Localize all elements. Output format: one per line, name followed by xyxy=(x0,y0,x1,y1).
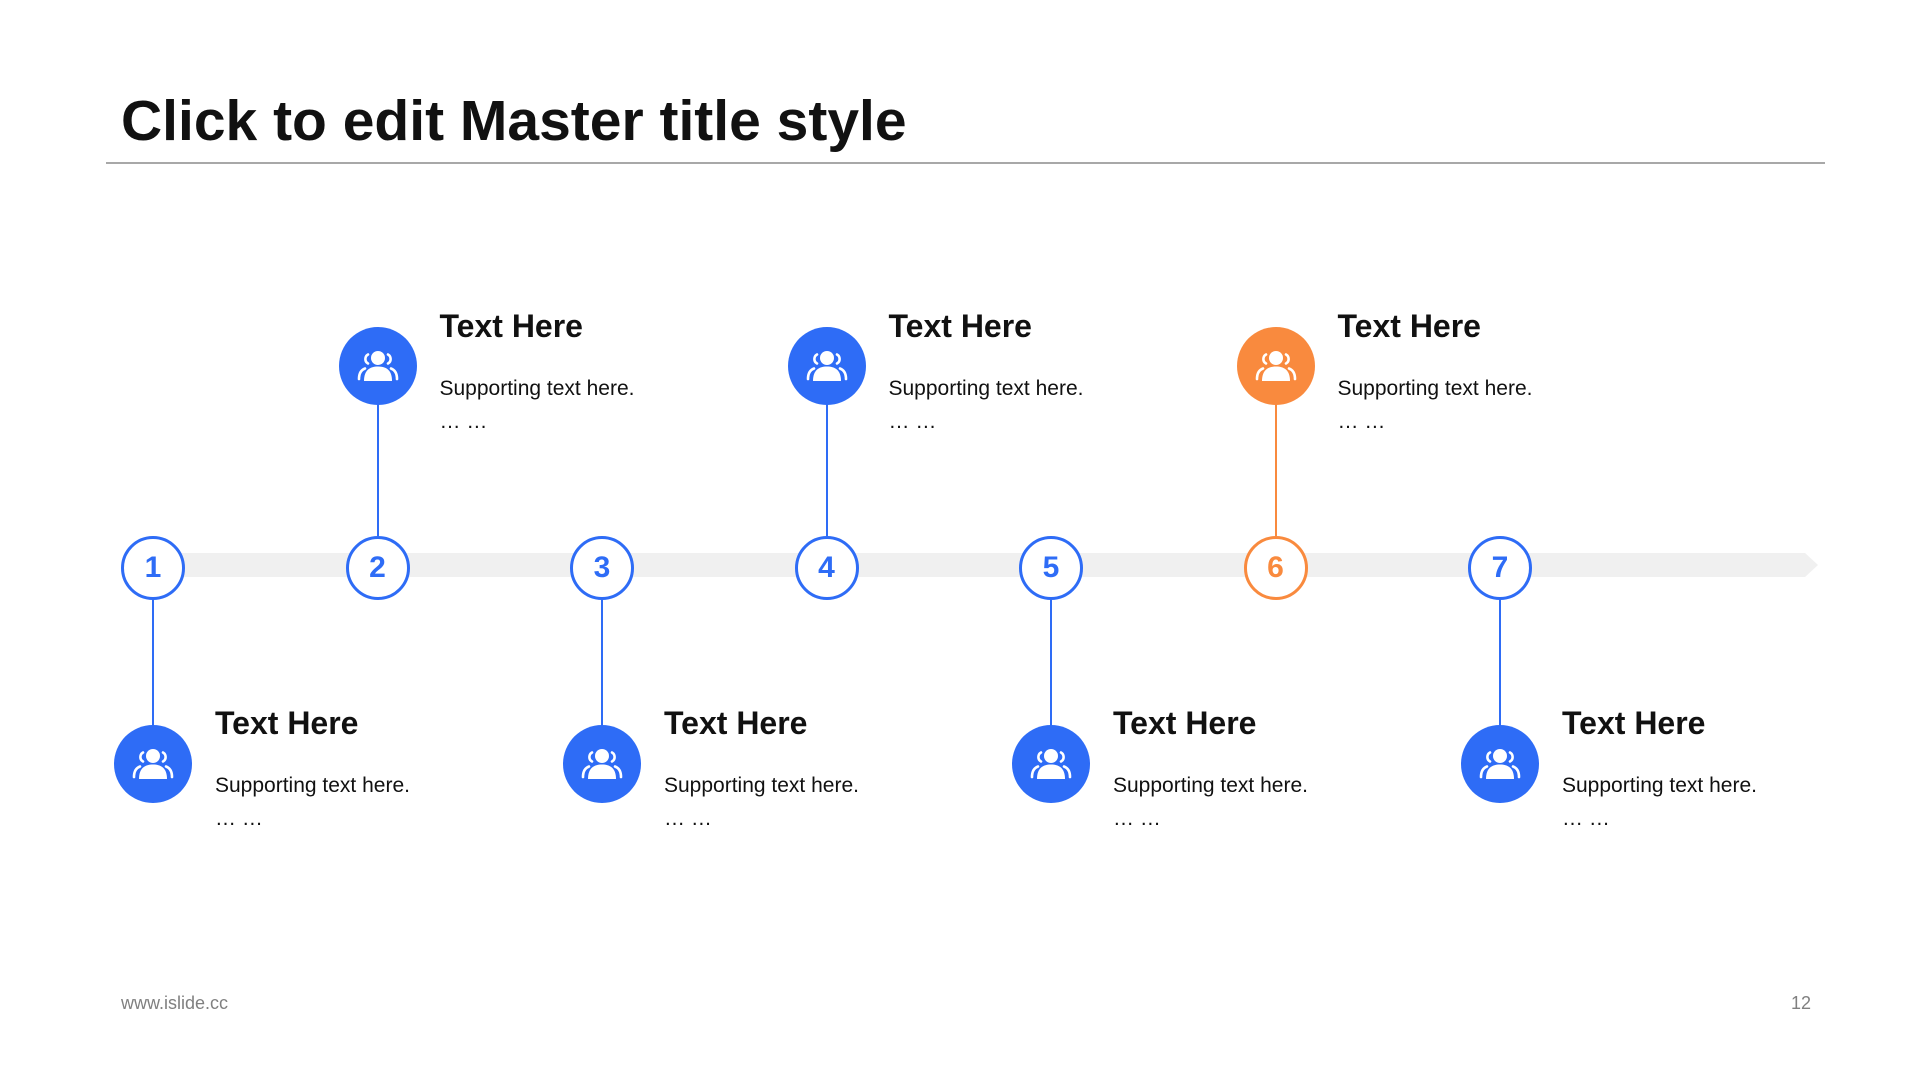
description-ellipsis: … … xyxy=(664,807,712,830)
milestone-title[interactable]: Text Here xyxy=(215,705,515,741)
avatar xyxy=(114,725,192,803)
page-number: 12 xyxy=(1790,993,1811,1013)
milestone-title[interactable]: Text Here xyxy=(1338,308,1638,344)
people-icon xyxy=(1255,348,1297,384)
description-line: Supporting text here. xyxy=(1113,774,1308,797)
description-line: Supporting text here. xyxy=(1562,774,1757,797)
milestone-card: Text Here Supporting text here. … … xyxy=(1113,705,1413,835)
slide: Click to edit Master title style 1 Text H… xyxy=(0,0,1920,1080)
description-line: Supporting text here. xyxy=(1337,377,1533,400)
step-number: 3 xyxy=(593,551,611,584)
description-line: Supporting text here. xyxy=(888,377,1084,400)
avatar xyxy=(563,725,641,803)
step-marker[interactable]: 3 xyxy=(570,536,634,600)
description-ellipsis: … … xyxy=(1337,410,1386,433)
step-number: 1 xyxy=(144,551,162,584)
milestone-title[interactable]: Text Here xyxy=(1113,705,1413,741)
step-number: 7 xyxy=(1491,551,1509,584)
people-icon xyxy=(581,746,623,782)
avatar xyxy=(787,327,866,405)
avatar xyxy=(338,327,417,405)
avatar xyxy=(1461,725,1539,803)
milestone-card: Text Here Supporting text here. … … xyxy=(889,308,1189,438)
milestone-card: Text Here Supporting text here. … … xyxy=(1562,705,1862,835)
timeline-arrowhead xyxy=(1805,553,1818,577)
slide-title[interactable]: Click to edit Master title style xyxy=(121,90,907,153)
milestone-description[interactable]: Supporting text here. … … xyxy=(889,372,1189,438)
step-number: 4 xyxy=(818,551,835,584)
title-divider xyxy=(106,162,1825,164)
milestone-title[interactable]: Text Here xyxy=(440,308,740,344)
avatar xyxy=(1012,725,1090,803)
step-number: 2 xyxy=(369,551,386,584)
footer-url: www.islide.cc xyxy=(121,993,229,1013)
milestone-card: Text Here Supporting text here. … … xyxy=(215,705,515,835)
step-marker[interactable]: 7 xyxy=(1468,536,1532,600)
milestone-description[interactable]: Supporting text here. … … xyxy=(215,769,515,835)
description-ellipsis: … … xyxy=(439,410,488,433)
step-number: 6 xyxy=(1267,551,1284,584)
description-line: Supporting text here. xyxy=(439,377,635,400)
description-ellipsis: … … xyxy=(215,807,263,830)
milestone-card: Text Here Supporting text here. … … xyxy=(664,705,964,835)
step-number: 5 xyxy=(1042,551,1060,584)
people-icon xyxy=(357,348,399,384)
milestone-description[interactable]: Supporting text here. … … xyxy=(1562,769,1862,835)
milestone-description[interactable]: Supporting text here. … … xyxy=(1113,769,1413,835)
milestone-title[interactable]: Text Here xyxy=(664,705,964,741)
milestone-description[interactable]: Supporting text here. … … xyxy=(1338,372,1638,438)
people-icon xyxy=(1030,746,1072,782)
milestone-title[interactable]: Text Here xyxy=(1562,705,1862,741)
milestone-description[interactable]: Supporting text here. … … xyxy=(664,769,964,835)
step-marker[interactable]: 2 xyxy=(345,536,410,600)
people-icon xyxy=(806,348,848,384)
description-ellipsis: … … xyxy=(888,410,937,433)
people-icon xyxy=(132,746,174,782)
step-marker[interactable]: 5 xyxy=(1019,536,1083,600)
description-ellipsis: … … xyxy=(1113,807,1161,830)
step-marker[interactable]: 6 xyxy=(1243,536,1308,600)
step-marker[interactable]: 1 xyxy=(121,536,185,600)
milestone-title[interactable]: Text Here xyxy=(889,308,1189,344)
avatar xyxy=(1236,327,1315,405)
description-line: Supporting text here. xyxy=(215,774,410,797)
milestone-description[interactable]: Supporting text here. … … xyxy=(440,372,740,438)
description-ellipsis: … … xyxy=(1562,807,1610,830)
people-icon xyxy=(1479,746,1521,782)
milestone-card: Text Here Supporting text here. … … xyxy=(1338,308,1638,438)
description-line: Supporting text here. xyxy=(664,774,859,797)
step-marker[interactable]: 4 xyxy=(794,536,859,600)
milestone-card: Text Here Supporting text here. … … xyxy=(440,308,740,438)
